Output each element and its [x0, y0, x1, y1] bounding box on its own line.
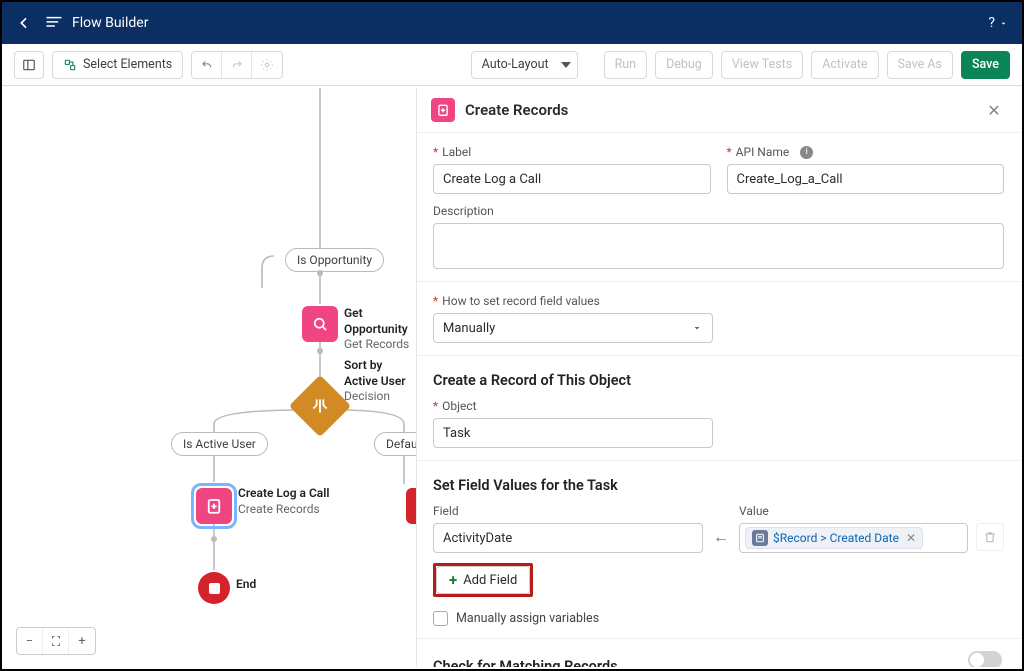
create-record-heading: Create a Record of This Object — [433, 372, 1004, 389]
save-button[interactable]: Save — [961, 51, 1010, 79]
page-title: Flow Builder — [72, 15, 148, 31]
info-icon[interactable]: i — [800, 146, 813, 159]
object-label: *Object — [433, 399, 1004, 413]
assignment-arrow-icon: ← — [713, 527, 729, 553]
how-set-label: *How to set record field values — [433, 294, 1004, 308]
branch-label-is-opportunity[interactable]: Is Opportunity — [285, 248, 384, 272]
zoom-in-button[interactable]: + — [69, 628, 95, 654]
zoom-controls: − + — [16, 627, 96, 655]
create-records-icon — [431, 98, 455, 122]
connector-dot — [317, 270, 323, 276]
check-matching-toggle[interactable] — [968, 651, 1002, 667]
create-records-node[interactable] — [196, 488, 232, 524]
settings-button[interactable] — [252, 52, 282, 78]
run-button[interactable]: Run — [604, 51, 648, 79]
value-column-label: Value — [739, 504, 1004, 518]
element-properties-panel: Create Records ✕ *Label Create Log a Cal… — [416, 88, 1020, 667]
add-field-button[interactable]: + Add Field — [436, 566, 530, 594]
flow-canvas[interactable]: Is Opportunity Get Opportunity Get Recor… — [4, 88, 416, 667]
field-column-label: Field — [433, 504, 703, 518]
manually-assign-checkbox[interactable] — [433, 611, 448, 626]
check-matching-heading: Check for Matching Records — [433, 658, 618, 667]
debug-button[interactable]: Debug — [655, 51, 713, 79]
help-menu[interactable]: ? — [984, 11, 1012, 35]
record-icon — [752, 530, 768, 546]
create-records-node-title: Create Log a Call — [238, 486, 329, 502]
branch-label-is-active-user[interactable]: Is Active User — [171, 432, 268, 456]
toggle-panel-button[interactable] — [14, 51, 44, 79]
api-name-input[interactable]: Create_Log_a_Call — [727, 164, 1005, 194]
chevron-down-icon — [561, 62, 571, 68]
branch-label-default-outcome[interactable]: Default Outcome — [374, 432, 416, 456]
remove-chip-button[interactable]: ✕ — [906, 531, 916, 545]
object-input[interactable]: Task — [433, 418, 713, 448]
redo-button[interactable] — [222, 52, 252, 78]
get-records-subtitle: Get Records — [344, 337, 416, 353]
close-panel-button[interactable]: ✕ — [982, 98, 1006, 122]
get-records-node[interactable] — [302, 306, 338, 342]
value-input[interactable]: $Record > Created Date ✕ — [739, 523, 968, 553]
get-records-title: Get Opportunity — [344, 306, 416, 337]
end-node[interactable] — [198, 572, 230, 604]
description-input[interactable] — [433, 223, 1004, 269]
connector-dot — [211, 536, 217, 542]
how-set-dropdown[interactable]: Manually — [433, 313, 713, 343]
manually-assign-label: Manually assign variables — [456, 611, 599, 626]
select-elements-button[interactable]: Select Elements — [52, 51, 183, 79]
label-field-label: *Label — [433, 145, 711, 159]
delete-row-button[interactable] — [976, 523, 1004, 551]
fit-to-screen-button[interactable] — [43, 628, 69, 654]
api-name-label: *API Name i — [727, 145, 1005, 159]
decision-title: Sort by Active User — [344, 358, 416, 389]
decision-subtitle: Decision — [344, 389, 416, 405]
connector-dot — [317, 348, 323, 354]
create-records-node-subtitle: Create Records — [238, 502, 329, 518]
resource-chip[interactable]: $Record > Created Date ✕ — [745, 527, 923, 549]
back-button[interactable] — [12, 11, 36, 35]
end-label: End — [236, 577, 256, 593]
field-picker-input[interactable]: ActivityDate — [433, 523, 703, 553]
zoom-out-button[interactable]: − — [17, 628, 43, 654]
set-field-values-heading: Set Field Values for the Task — [433, 477, 1004, 494]
add-field-highlight: + Add Field — [433, 563, 533, 597]
auto-layout-dropdown[interactable]: Auto-Layout — [471, 51, 578, 79]
save-as-button[interactable]: Save As — [887, 51, 953, 79]
activate-button[interactable]: Activate — [811, 51, 878, 79]
view-tests-button[interactable]: View Tests — [721, 51, 803, 79]
node-offscreen-peek[interactable] — [406, 488, 416, 524]
description-label: Description — [433, 204, 1004, 218]
label-input[interactable]: Create Log a Call — [433, 164, 711, 194]
plus-icon: + — [449, 573, 457, 588]
panel-title: Create Records — [465, 101, 568, 119]
undo-button[interactable] — [192, 52, 222, 78]
app-logo-icon — [44, 11, 64, 36]
undo-redo-group — [191, 51, 283, 79]
